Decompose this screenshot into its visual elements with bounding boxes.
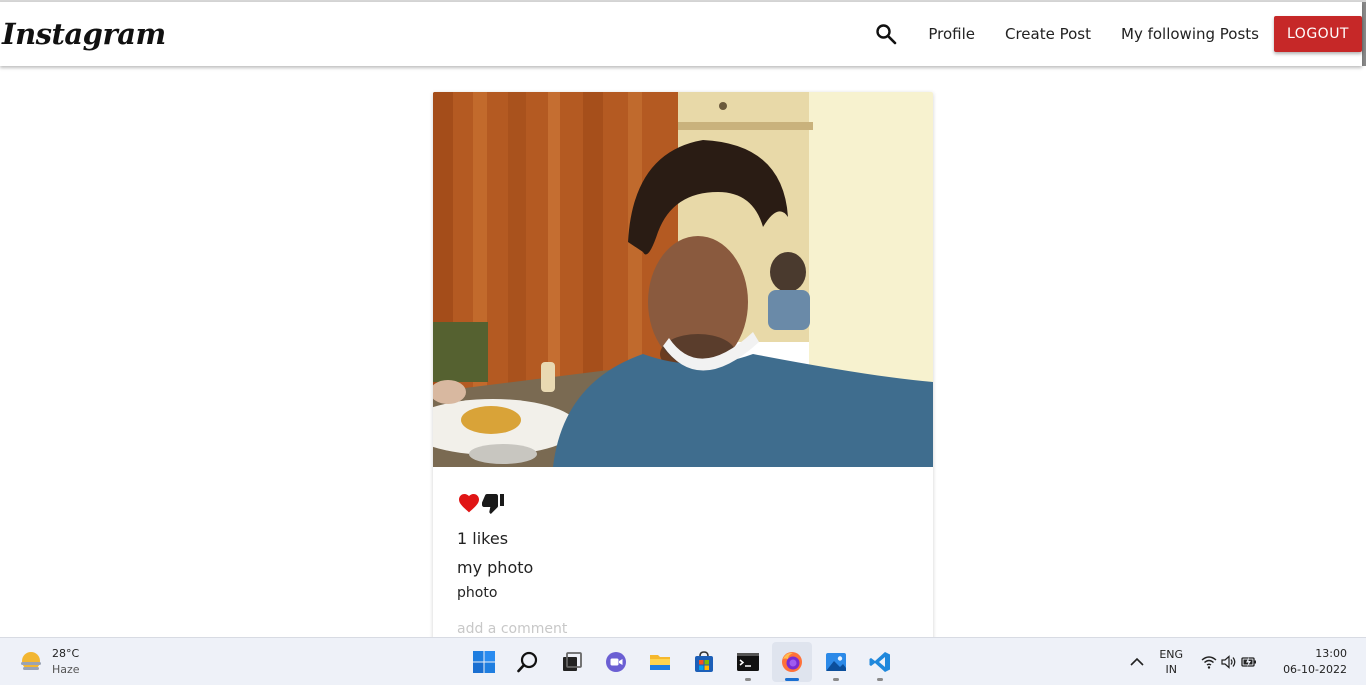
firefox-icon (782, 652, 802, 672)
running-indicator (745, 678, 751, 681)
folder-icon (650, 655, 670, 670)
system-clock[interactable]: 13:00 06-10-2022 (1283, 646, 1347, 678)
post-image (433, 92, 933, 467)
microsoft-store-button[interactable] (684, 642, 724, 682)
battery-charging-icon (1241, 657, 1257, 667)
store-icon (695, 651, 713, 672)
start-button[interactable] (464, 642, 504, 682)
vscode-button[interactable] (860, 642, 900, 682)
vscode-icon (869, 652, 890, 672)
clock-time: 13:00 (1315, 647, 1347, 660)
task-view-button[interactable] (552, 642, 592, 682)
heart-icon[interactable] (457, 491, 481, 515)
post-body: photo (457, 585, 498, 601)
search-icon (517, 651, 538, 673)
post-title: my photo (457, 558, 534, 577)
haze-weather-icon (21, 652, 41, 670)
photos-button[interactable] (816, 642, 856, 682)
language-code: ENG (1159, 648, 1184, 661)
likes-count: 1 likes (457, 529, 509, 548)
search-icon[interactable] (874, 22, 898, 46)
logout-button[interactable]: LOGOUT (1274, 16, 1362, 52)
nav-link-create-post[interactable]: Create Post (1005, 25, 1091, 43)
taskbar-search-button[interactable] (508, 642, 548, 682)
post-content: 1 likes my photo photo (433, 467, 933, 644)
post-actions (457, 491, 909, 515)
brand-logo[interactable]: Instagram (2, 17, 166, 51)
weather-condition: Haze (52, 663, 80, 676)
active-indicator (785, 678, 799, 681)
firefox-button[interactable] (772, 642, 812, 682)
clock-date: 06-10-2022 (1283, 663, 1347, 676)
chat-icon (606, 652, 626, 672)
windows-icon (473, 651, 495, 673)
wifi-icon (1201, 656, 1217, 669)
nav-link-following-posts[interactable]: My following Posts (1121, 25, 1259, 43)
post-card: 1 likes my photo photo (433, 92, 933, 652)
quick-settings[interactable] (1201, 654, 1261, 670)
file-explorer-button[interactable] (640, 642, 680, 682)
navbar: Instagram Profile Create Post My followi… (0, 2, 1362, 66)
weather-temp: 28°C (52, 647, 80, 660)
running-indicator (877, 678, 883, 681)
region-code: IN (1165, 663, 1177, 676)
weather-widget[interactable]: 28°C Haze (18, 646, 80, 678)
running-indicator (833, 678, 839, 681)
terminal-button[interactable] (728, 642, 768, 682)
task-view-icon (563, 652, 582, 671)
chevron-up-icon[interactable] (1129, 654, 1145, 670)
system-tray: ENG IN 13:00 06-10-2022 (1129, 638, 1366, 685)
nav-menu: Profile Create Post My following Posts L… (874, 2, 1362, 66)
thumb-down-icon[interactable] (481, 491, 505, 515)
photos-icon (826, 653, 846, 671)
terminal-icon (737, 653, 759, 671)
volume-icon (1221, 655, 1236, 669)
nav-link-profile[interactable]: Profile (928, 25, 975, 43)
language-indicator[interactable]: ENG IN (1159, 647, 1183, 677)
scrollbar[interactable] (1362, 2, 1366, 66)
teams-chat-button[interactable] (596, 642, 636, 682)
taskbar-apps (464, 642, 904, 682)
taskbar: 28°C Haze ENG IN 13:00 06-10-2022 (0, 637, 1366, 685)
